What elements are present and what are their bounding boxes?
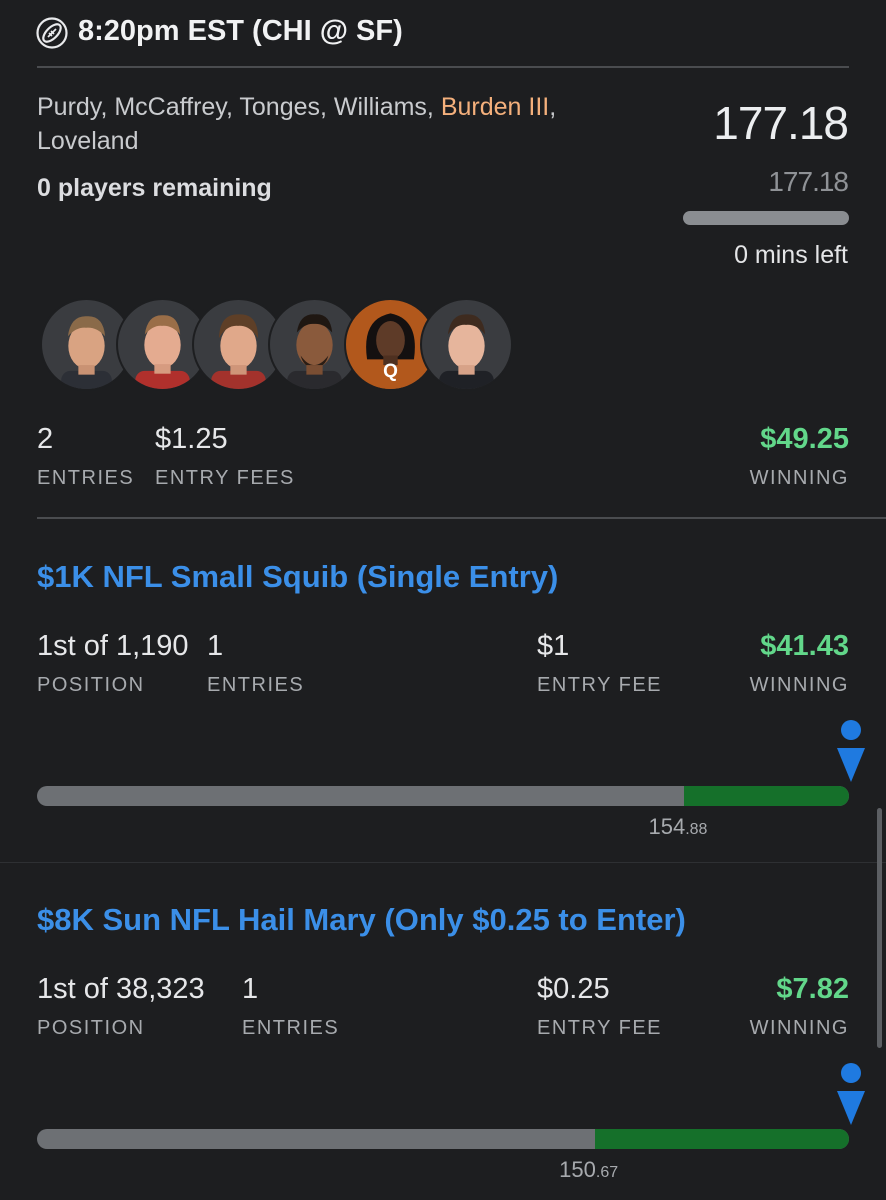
questionable-player: Burden III [440,93,550,121]
contest-title[interactable]: $8K Sun NFL Hail Mary (Only $0.25 to Ent… [37,902,686,938]
contest-winning: $7.82 [776,973,849,1005]
entries-label: ENTRIES [37,467,135,489]
game-title: 8:20pm EST (CHI @ SF) [78,15,403,47]
payout-cutoff-score: 154.88 [648,814,708,839]
projected-score: 177.18 [768,166,849,197]
user-position-marker-icon [837,1063,865,1125]
section-divider [37,517,886,519]
avatar[interactable] [420,298,513,391]
contest-title[interactable]: $1K NFL Small Squib (Single Entry) [37,559,558,595]
payout-zone [595,1129,849,1149]
contest-separator [0,862,886,863]
game-header: 8:20pm EST (CHI @ SF) [0,0,886,68]
position-label: POSITION [37,674,145,696]
time-progress-bar [683,211,849,225]
contest-entry-fee: $1 [537,630,570,662]
winning-label: WINNING [749,674,849,696]
header-divider [37,66,849,68]
contest-entry-fee: $0.25 [537,973,610,1005]
lineup-players: Purdy, McCaffrey, Tonges, Williams, Burd… [37,93,557,155]
contest-entries: 1 [242,973,259,1005]
total-winning-value: $49.25 [760,423,849,455]
questionable-badge: Q [383,361,398,382]
entries-count: 2 [37,423,54,455]
winning-label: WINNING [749,1017,849,1039]
contest-winning: $41.43 [760,630,849,662]
entry-fees-value: $1.25 [155,423,228,455]
entry-fee-label: ENTRY FEE [537,674,663,696]
entry-fee-label: ENTRY FEE [537,1017,663,1039]
football-icon [36,17,68,49]
time-left: 0 mins left [734,241,848,269]
user-position-marker-icon [837,720,865,782]
contest-position: 1st of 38,323 [37,973,205,1005]
player-photo-icon [439,314,494,389]
players-remaining: 0 players remaining [37,174,272,202]
payout-zone [684,786,849,806]
contest-entries: 1 [207,630,224,662]
position-label: POSITION [37,1017,145,1039]
payout-cutoff-score: 150.67 [559,1157,619,1182]
lineup-score: 177.18 [713,97,849,149]
entries-label: ENTRIES [207,674,305,696]
scrollbar[interactable] [877,808,882,1048]
total-winning-label: WINNING [749,467,849,489]
contest-position: 1st of 1,190 [37,630,189,662]
entry-fees-label: ENTRY FEES [155,467,295,489]
entries-label: ENTRIES [242,1017,340,1039]
